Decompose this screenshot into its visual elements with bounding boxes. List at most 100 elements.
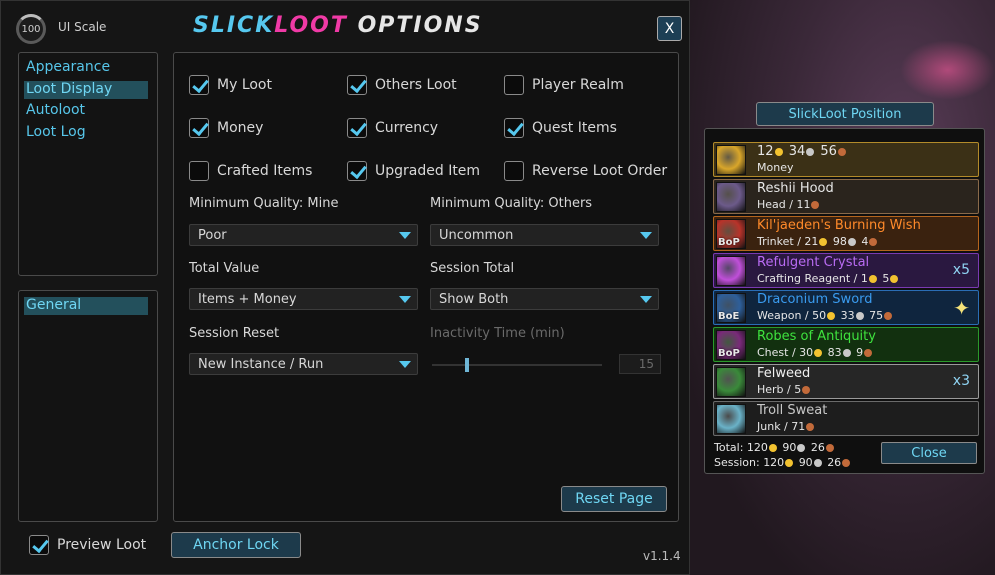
checkbox-preview-loot[interactable]: Preview Loot — [29, 535, 146, 555]
loot-item-name: Felweed — [757, 366, 811, 381]
bind-type-badge: BoE — [718, 311, 740, 322]
loot-item-name: Kil'jaeden's Burning Wish — [757, 218, 921, 233]
loot-item-subtext: Herb / 5 — [757, 383, 812, 396]
checkbox-my-loot[interactable]: My Loot — [189, 75, 272, 95]
session-reset-label: Session Reset — [189, 326, 280, 341]
checkbox-label: Money — [217, 120, 264, 136]
loot-row[interactable]: 12 34 56 Money — [713, 142, 979, 177]
session-silver: 90 — [798, 456, 813, 469]
loot-row[interactable]: Reshii Hood Head / 11 — [713, 179, 979, 214]
checkbox-box[interactable] — [504, 75, 524, 95]
checkbox-box[interactable] — [189, 75, 209, 95]
item-gold: 5 — [882, 272, 890, 285]
loot-row[interactable]: BoP Robes of Antiquity Chest / 30 83 9 — [713, 327, 979, 362]
checkbox-box[interactable] — [504, 118, 524, 138]
checkbox-crafted-items[interactable]: Crafted Items — [189, 161, 312, 181]
background-glow — [900, 40, 995, 100]
item-icon: BoP — [716, 330, 746, 360]
item-icon — [716, 367, 746, 397]
loot-item-subtext: Chest / 30 83 9 — [757, 346, 874, 359]
loot-item-subtext: Trinket / 21 98 4 — [757, 235, 879, 248]
inactivity-slider-thumb[interactable] — [465, 358, 469, 372]
checkbox-label: Crafted Items — [217, 163, 313, 179]
money-silver: 34 — [788, 144, 806, 159]
reset-page-button[interactable]: Reset Page — [561, 486, 667, 512]
checkbox-money[interactable]: Money — [189, 118, 263, 138]
total-label: Total: — [714, 441, 744, 454]
chevron-down-icon — [640, 232, 652, 239]
close-button[interactable]: X — [657, 16, 682, 41]
loot-item-subtext: Weapon / 50 33 75 — [757, 309, 894, 322]
gold-coin-icon — [868, 275, 877, 283]
loot-close-button[interactable]: Close — [881, 442, 977, 464]
item-copper: 75 — [869, 309, 884, 322]
item-silver: 98 — [832, 235, 847, 248]
ui-scale-value: 100 — [21, 23, 41, 35]
bind-type-badge: BoP — [718, 237, 740, 248]
session-total-dropdown[interactable]: Show Both — [430, 288, 659, 310]
inactivity-time-label: Inactivity Time (min) — [430, 326, 565, 341]
checkbox-box[interactable] — [29, 535, 49, 555]
min-quality-mine-dropdown[interactable]: Poor — [189, 224, 418, 246]
nav-item-loot-log[interactable]: Loot Log — [24, 124, 148, 142]
gold-coin-icon — [814, 349, 823, 357]
inactivity-slider-track[interactable] — [432, 364, 602, 366]
checkbox-box[interactable] — [347, 75, 367, 95]
loot-item-name: Draconium Sword — [757, 292, 873, 307]
loot-item-subtext: Head / 11 — [757, 198, 821, 211]
gold-coin-icon — [768, 444, 777, 452]
title-part-options: OPTIONS — [347, 13, 483, 38]
gold-coin-icon — [774, 147, 783, 156]
loot-row[interactable]: Refulgent Crystal Crafting Reagent / 1 5 x… — [713, 253, 979, 288]
loot-quantity: x5 — [952, 262, 970, 278]
nav-item-general[interactable]: General — [24, 297, 148, 315]
copper-coin-icon — [825, 444, 834, 452]
total-value-dropdown[interactable]: Items + Money — [189, 288, 418, 310]
total-copper: 26 — [810, 441, 825, 454]
title-part-slick: SLICK — [193, 13, 275, 38]
item-icon — [716, 182, 746, 212]
ui-scale-dial[interactable]: 100 — [16, 14, 46, 44]
loot-quantity: x3 — [952, 373, 970, 389]
chevron-down-icon — [399, 296, 411, 303]
min-quality-others-dropdown[interactable]: Uncommon — [430, 224, 659, 246]
checkbox-player-realm[interactable]: Player Realm — [504, 75, 624, 95]
inactivity-value[interactable]: 15 — [619, 354, 661, 374]
nav-item-loot-display[interactable]: Loot Display — [24, 81, 148, 99]
loot-item-type: Weapon / 50 — [757, 309, 827, 322]
checkbox-box[interactable] — [347, 118, 367, 138]
nav-item-autoloot[interactable]: Autoloot — [24, 102, 148, 120]
nav-item-appearance[interactable]: Appearance — [24, 59, 148, 77]
slickloot-position-button[interactable]: SlickLoot Position — [756, 102, 934, 126]
checkbox-box[interactable] — [189, 118, 209, 138]
chevron-down-icon — [640, 296, 652, 303]
dropdown-value: Uncommon — [439, 228, 514, 243]
money-gold: 12 — [757, 144, 774, 159]
copper-coin-icon — [802, 386, 811, 394]
loot-item-name: 12 34 56 — [757, 144, 848, 159]
dropdown-value: Show Both — [439, 292, 509, 307]
dropdown-value: Items + Money — [198, 292, 297, 307]
category-nav-bottom: General — [18, 290, 158, 522]
min-quality-others-label: Minimum Quality: Others — [430, 196, 593, 211]
checkbox-others-loot[interactable]: Others Loot — [347, 75, 457, 95]
checkbox-box[interactable] — [347, 161, 367, 181]
checkbox-box[interactable] — [504, 161, 524, 181]
checkbox-label: Upgraded Item — [375, 163, 481, 179]
loot-row[interactable]: BoE Draconium Sword Weapon / 50 33 75 ✦ — [713, 290, 979, 325]
total-value-label: Total Value — [189, 261, 260, 276]
checkbox-reverse-loot-order[interactable]: Reverse Loot Order — [504, 161, 667, 181]
loot-item-subtext: Money — [757, 161, 793, 174]
anchor-lock-button[interactable]: Anchor Lock — [171, 532, 301, 558]
session-reset-dropdown[interactable]: New Instance / Run — [189, 353, 418, 375]
checkbox-upgraded-item[interactable]: Upgraded Item — [347, 161, 480, 181]
checkbox-quest-items[interactable]: Quest Items — [504, 118, 617, 138]
loot-row[interactable]: Felweed Herb / 5 x3 — [713, 364, 979, 399]
upgrade-star-icon: ✦ — [953, 296, 970, 320]
checkbox-box[interactable] — [189, 161, 209, 181]
loot-row[interactable]: BoP Kil'jaeden's Burning Wish Trinket / 21… — [713, 216, 979, 251]
copper-coin-icon — [869, 238, 878, 246]
copper-coin-icon — [811, 201, 820, 209]
loot-row[interactable]: Troll Sweat Junk / 71 — [713, 401, 979, 436]
checkbox-currency[interactable]: Currency — [347, 118, 438, 138]
